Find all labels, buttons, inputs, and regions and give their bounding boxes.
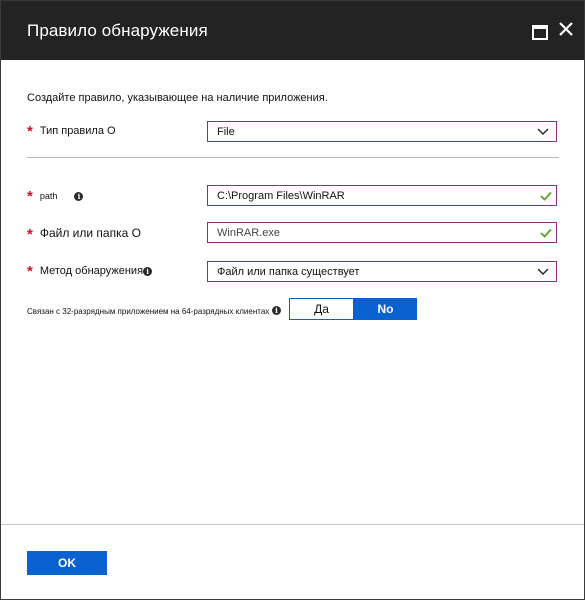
rule-type-value: File: [217, 126, 235, 138]
info-icon[interactable]: i: [272, 306, 281, 315]
detection-method-value: Файл или папка существует: [217, 266, 360, 278]
detection-method-label-row: * Метод обнаружения i: [27, 263, 153, 280]
bitness-toggle[interactable]: Да No: [289, 298, 417, 320]
rule-type-label: Тип правила О: [39, 125, 116, 137]
file-folder-label-row: * Файл или папка О: [27, 226, 141, 243]
rule-type-dropdown[interactable]: File: [207, 121, 557, 142]
dialog-title: Правило обнаружения: [27, 21, 208, 40]
close-icon: [559, 22, 573, 36]
section-divider: [27, 157, 559, 158]
rule-type-label-row: * Тип правила О: [27, 123, 116, 140]
path-input[interactable]: C:\Program Files\WinRAR: [207, 185, 557, 206]
intro-text: Создайте правило, указывающее на наличие…: [27, 92, 328, 104]
footer-divider: [1, 524, 584, 525]
checkmark-icon: [540, 228, 552, 238]
path-label: path: [39, 191, 58, 201]
info-icon[interactable]: i: [74, 191, 84, 201]
close-button[interactable]: [556, 18, 580, 42]
title-bar: Правило обнаружения: [1, 1, 584, 60]
info-icon[interactable]: i: [143, 266, 153, 276]
ok-button[interactable]: OK: [27, 551, 107, 575]
detection-rule-dialog: Правило обнаружения Создайте правило, ук…: [0, 0, 585, 600]
maximize-button[interactable]: [527, 18, 551, 42]
checkmark-icon: [540, 191, 552, 201]
path-label-row: * path i: [27, 188, 84, 205]
bitness-label-row: Связан с 32-разрядным приложением на 64-…: [27, 307, 269, 316]
toggle-option-no[interactable]: No: [354, 298, 417, 320]
detection-method-label: Метод обнаружения: [39, 265, 144, 277]
required-marker: *: [27, 226, 33, 243]
maximize-icon: [532, 25, 548, 40]
toggle-option-yes[interactable]: Да: [289, 298, 354, 320]
chevron-down-icon: [537, 128, 549, 135]
required-marker: *: [27, 263, 33, 280]
path-value: C:\Program Files\WinRAR: [217, 190, 345, 202]
file-folder-label: Файл или папка О: [39, 226, 141, 240]
chevron-down-icon: [537, 268, 549, 275]
file-folder-value: WinRAR.exe: [217, 227, 280, 239]
required-marker: *: [27, 188, 33, 205]
required-marker: *: [27, 123, 33, 140]
file-folder-input[interactable]: WinRAR.exe: [207, 222, 557, 243]
bitness-label: Связан с 32-разрядным приложением на 64-…: [27, 307, 270, 316]
detection-method-dropdown[interactable]: Файл или папка существует: [207, 261, 557, 282]
